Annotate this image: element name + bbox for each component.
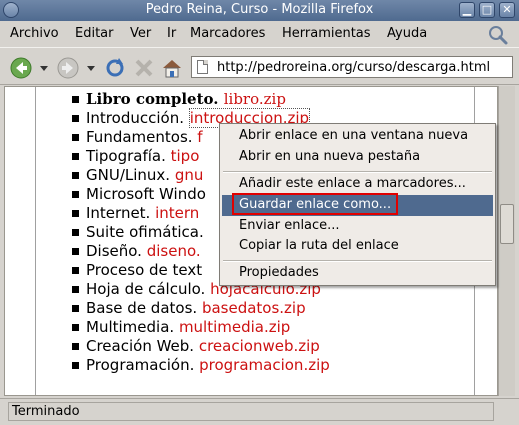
back-icon[interactable]	[9, 56, 33, 80]
window-titlebar[interactable]: Pedro Reina, Curso - Mozilla Firefox ▁ □…	[0, 0, 519, 21]
menu-separator	[223, 260, 492, 262]
close-button[interactable]: ✕	[499, 2, 515, 18]
download-link[interactable]: basedatos.zip	[202, 299, 306, 317]
window-title: Pedro Reina, Curso - Mozilla Firefox	[145, 2, 374, 17]
bullet-icon	[72, 153, 79, 160]
menu-archivo[interactable]: Archivo	[10, 26, 59, 41]
bullet-icon	[72, 362, 79, 369]
list-item: Multimedia. multimedia.zip	[72, 318, 290, 336]
menu-item-save-link-as[interactable]: Guardar enlace como...	[222, 195, 493, 216]
list-item: Programación. programacion.zip	[72, 356, 330, 374]
list-item: Proceso de text	[72, 261, 202, 279]
home-icon[interactable]	[160, 56, 184, 80]
download-link[interactable]: diseno.	[147, 242, 201, 260]
menubar: Archivo Editar Ver Ir Marcadores Herrami…	[0, 22, 519, 46]
bullet-icon	[72, 305, 79, 312]
bullet-icon	[72, 96, 79, 103]
stop-icon[interactable]	[132, 56, 156, 80]
throbber-icon	[489, 26, 508, 45]
download-link[interactable]: creacionweb.zip	[199, 337, 320, 355]
list-item: Tipografía. tipo	[72, 147, 200, 165]
navigation-toolbar: http://pedroreina.org/curso/descarga.htm…	[0, 47, 519, 85]
status-bar: Terminado	[0, 398, 519, 425]
download-link[interactable]: gnu	[175, 166, 204, 184]
list-item: Creación Web. creacionweb.zip	[72, 337, 320, 355]
bullet-icon	[72, 134, 79, 141]
page-icon	[197, 60, 208, 74]
download-link[interactable]: f	[197, 128, 202, 146]
forward-dropdown-icon[interactable]	[87, 66, 95, 71]
menu-ayuda[interactable]: Ayuda	[387, 26, 427, 41]
menu-editar[interactable]: Editar	[75, 26, 114, 41]
bullet-icon	[72, 324, 79, 331]
list-item: Fundamentos. f	[72, 128, 203, 146]
bullet-icon	[72, 191, 79, 198]
list-item: Libro completo. libro.zip	[72, 90, 286, 108]
download-link[interactable]: libro.zip	[224, 90, 286, 108]
list-item: Microsoft Windo	[72, 185, 206, 203]
list-item: Internet. intern	[72, 204, 199, 222]
url-bar[interactable]: http://pedroreina.org/curso/descarga.htm…	[191, 56, 513, 78]
list-item: Base de datos. basedatos.zip	[72, 299, 306, 317]
menu-item-send-link[interactable]: Enviar enlace...	[222, 216, 493, 237]
back-dropdown-icon[interactable]	[40, 66, 48, 71]
bullet-icon	[72, 286, 79, 293]
bullet-icon	[72, 172, 79, 179]
list-item: Suite ofimática.	[72, 223, 204, 241]
maximize-button[interactable]: □	[479, 2, 495, 18]
menu-herramientas[interactable]: Herramientas	[282, 26, 371, 41]
menu-item-properties[interactable]: Propiedades	[222, 263, 493, 284]
list-item: Diseño. diseno.	[72, 242, 201, 260]
reload-icon[interactable]	[103, 56, 127, 80]
download-link[interactable]: intern	[155, 204, 199, 222]
list-item: GNU/Linux. gnu	[72, 166, 204, 184]
download-link[interactable]: tipo	[171, 147, 200, 165]
menu-ver[interactable]: Ver	[130, 26, 151, 41]
bullet-icon	[72, 343, 79, 350]
bullet-icon	[72, 248, 79, 255]
menu-separator	[223, 171, 492, 173]
bullet-icon	[72, 267, 79, 274]
download-link[interactable]: multimedia.zip	[179, 318, 290, 336]
scrollbar-thumb[interactable]	[500, 204, 514, 244]
context-menu: Abrir enlace en una ventana nueva Abrir …	[219, 123, 496, 286]
bullet-icon	[72, 115, 79, 122]
menu-item-bookmark-link[interactable]: Añadir este enlace a marcadores...	[222, 174, 493, 195]
forward-icon[interactable]	[56, 56, 80, 80]
url-text[interactable]: http://pedroreina.org/curso/descarga.htm…	[217, 60, 490, 75]
menu-item-open-new-window[interactable]: Abrir enlace en una ventana nueva	[222, 126, 493, 147]
minimize-button[interactable]: ▁	[459, 2, 475, 18]
menu-item-copy-link[interactable]: Copiar la ruta del enlace	[222, 236, 493, 257]
vertical-scrollbar[interactable]	[498, 86, 515, 396]
bullet-icon	[72, 229, 79, 236]
menu-marcadores[interactable]: Marcadores	[190, 26, 265, 41]
menu-item-open-new-tab[interactable]: Abrir en una nueva pestaña	[222, 147, 493, 168]
status-text: Terminado	[8, 402, 494, 421]
bullet-icon	[72, 210, 79, 217]
menu-ir[interactable]: Ir	[167, 26, 176, 41]
download-link[interactable]: programacion.zip	[199, 356, 330, 374]
